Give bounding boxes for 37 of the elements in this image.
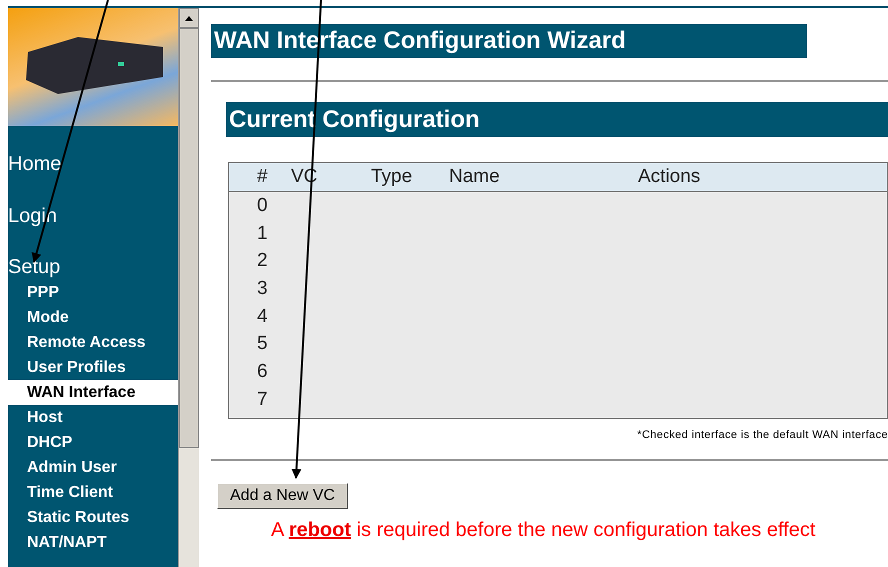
table-cell-text: 3 <box>257 278 269 300</box>
page-title: WAN Interface Configuration Wizard <box>211 24 807 58</box>
scrollbar[interactable] <box>178 8 199 567</box>
nav-link[interactable]: Static Routes <box>8 505 178 530</box>
nav-link[interactable]: NAT/NAPT <box>8 530 178 555</box>
footnote: *Checked interface is the default WAN interface <box>636 428 888 440</box>
scroll-up-button[interactable] <box>179 8 199 28</box>
notice-text: A <box>271 518 284 540</box>
table-cell-text: 7 <box>257 388 269 411</box>
table-cell-text: 2 <box>257 250 269 272</box>
table-cell-text: 5 <box>257 333 269 356</box>
nav-link[interactable]: Mode <box>8 305 178 330</box>
nav-link[interactable]: Time Client <box>8 480 178 505</box>
nav-link[interactable]: DHCP <box>8 430 178 455</box>
nav-link[interactable]: User Profiles <box>8 355 178 380</box>
nav-link[interactable]: Host <box>8 405 178 430</box>
column-header: Actions <box>638 166 700 188</box>
nav-link[interactable]: Remote Access <box>8 330 178 355</box>
up-arrow-icon <box>185 16 193 20</box>
nav-link[interactable]: Setup <box>8 254 178 280</box>
notice-text: is required before the new configuration takes effect <box>356 518 816 540</box>
nav-link[interactable]: Login <box>8 203 178 254</box>
add-vc-button[interactable]: Add a New VC <box>217 482 348 508</box>
nav-link[interactable]: Admin User <box>8 455 178 480</box>
table-cell-text: 4 <box>257 306 269 328</box>
nav-link[interactable]: PPP <box>8 280 178 305</box>
reboot-link[interactable]: reboot <box>288 518 352 540</box>
column-header: # <box>257 166 269 188</box>
column-header: Type <box>371 166 414 188</box>
table-cell-text: 0 <box>257 194 269 217</box>
section-title: Current Configuration <box>226 102 888 137</box>
nav-link[interactable]: WAN Interface <box>8 380 178 405</box>
scroll-thumb[interactable] <box>179 28 199 448</box>
nav-link[interactable]: Home <box>8 151 178 203</box>
table-cell-text: 1 <box>257 222 269 245</box>
table-cell-text: 6 <box>257 360 269 383</box>
column-header: Name <box>449 166 501 188</box>
